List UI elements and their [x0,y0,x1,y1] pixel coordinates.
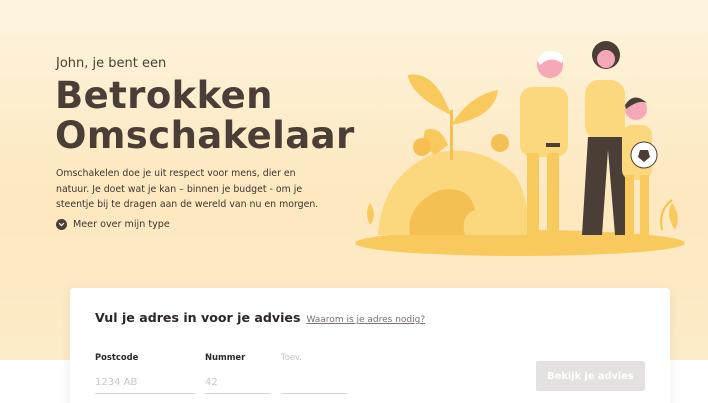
postcode-input[interactable] [95,377,195,394]
more-about-type-link[interactable]: Meer over mijn type [56,219,170,230]
address-form-header: Vul je adres in voor je advies Waarom is… [95,310,425,325]
addition-field: Toev. [281,352,347,394]
view-advice-button[interactable]: Bekijk je advies [536,361,645,391]
address-form-card: Vul je adres in voor je advies Waarom is… [70,288,670,403]
hero-intro: John, je bent een [56,56,167,71]
hero-description: Omschakelen doe je uit respect voor mens… [56,168,319,210]
postcode-label: Postcode [95,352,139,362]
number-label: Nummer [205,352,246,362]
addition-input[interactable] [281,377,347,394]
page-title: Betrokken Omschakelaar [55,74,355,157]
postcode-field: Postcode [95,352,195,394]
address-form-title: Vul je adres in voor je advies [95,310,301,325]
chevron-down-icon [56,219,67,230]
more-link-label: Meer over mijn type [73,219,170,230]
why-address-link[interactable]: Waarom is je adres nodig? [306,315,425,325]
family-illustration [355,41,685,256]
number-input[interactable] [205,377,271,394]
addition-label: Toev. [281,352,302,362]
number-field: Nummer [205,352,271,394]
